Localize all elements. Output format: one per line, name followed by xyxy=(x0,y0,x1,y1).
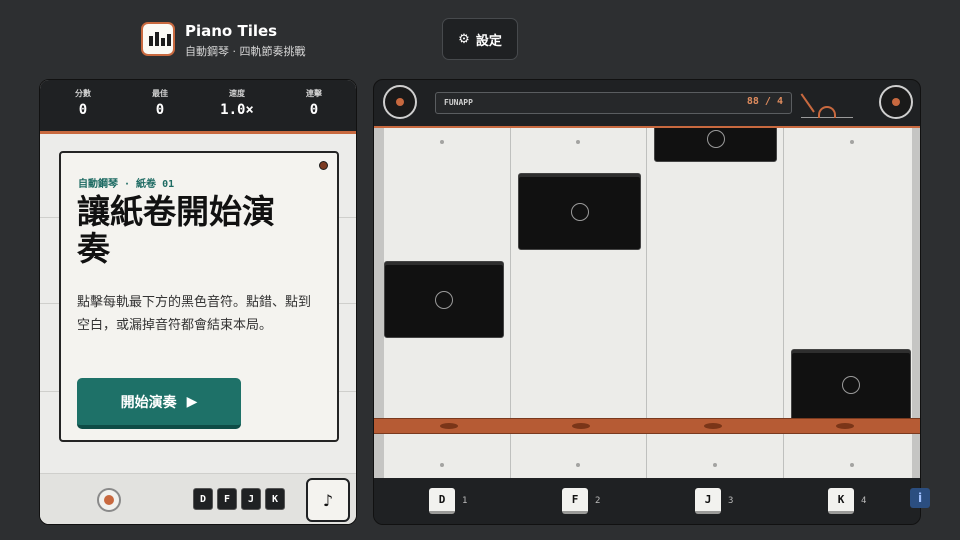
settings-button[interactable]: ⚙ 設定 xyxy=(442,18,518,60)
piano-roll[interactable] xyxy=(374,126,920,478)
left-footer: D F J K ♪ xyxy=(40,473,356,524)
app-subtitle: 自動鋼琴 · 四軌節奏挑戰 xyxy=(185,45,306,58)
stat-combo: 連擊 0 xyxy=(306,89,322,118)
lane-key-row: D 1 F 2 J 3 K 4 xyxy=(374,480,920,524)
player-display: FUNAPP 88 / 4 xyxy=(435,92,792,114)
hit-line xyxy=(374,418,920,434)
record-dot-icon xyxy=(319,161,328,170)
key-hint-f: F xyxy=(217,488,237,510)
music-note-icon: ♪ xyxy=(322,490,334,510)
reel-right-icon xyxy=(879,85,913,119)
stats-bar: 分數 0 最佳 0 速度 1.0× 連擊 0 xyxy=(40,80,356,134)
start-label: 開始演奏 xyxy=(120,394,177,411)
lane-number: 1 xyxy=(462,496,468,506)
lane-key-j[interactable]: J xyxy=(695,488,721,514)
player-counter: 88 / 4 xyxy=(746,96,783,107)
note-tile-lane-1[interactable] xyxy=(384,261,504,338)
music-toggle-button[interactable]: ♪ xyxy=(306,478,350,522)
roll-hole xyxy=(850,463,854,467)
lane-number: 4 xyxy=(861,496,867,506)
key-hint-d: D xyxy=(193,488,213,510)
info-panel: 分數 0 最佳 0 速度 1.0× 連擊 0 自動鋼琴 · 紙卷 01 讓紙卷開… xyxy=(39,79,357,525)
game-panel: FUNAPP 88 / 4 D 1 F 2 J 3 K 4 xyxy=(373,79,921,525)
roll-hole xyxy=(576,140,580,144)
card-kicker: 自動鋼琴 · 紙卷 01 xyxy=(78,179,175,190)
roll-hole xyxy=(850,140,854,144)
card-title: 讓紙卷開始演奏 xyxy=(77,192,275,268)
app-title: Piano Tiles xyxy=(185,22,278,40)
note-ring-icon xyxy=(706,130,725,148)
key-hint-j: J xyxy=(241,488,261,510)
stat-score: 分數 0 xyxy=(75,89,91,118)
lane-number: 2 xyxy=(595,496,601,506)
gear-icon: ⚙ xyxy=(458,31,470,47)
lane-key-d[interactable]: D xyxy=(429,488,455,514)
app-logo xyxy=(141,22,175,56)
tempo-meter-icon xyxy=(800,88,853,118)
note-tile-lane-2[interactable] xyxy=(518,173,641,250)
key-hint-k: K xyxy=(265,488,285,510)
note-tile-lane-4[interactable] xyxy=(791,349,911,421)
note-ring-icon xyxy=(435,290,453,309)
lane-number: 3 xyxy=(728,496,734,506)
start-card: 自動鋼琴 · 紙卷 01 讓紙卷開始演奏 點擊每軌最下方的黑色音符。點錯、點到空… xyxy=(59,151,339,442)
note-tile-lane-3[interactable] xyxy=(654,128,777,162)
play-icon: ▶ xyxy=(186,393,198,410)
record-button[interactable] xyxy=(97,488,121,512)
roll-hole xyxy=(713,463,717,467)
info-button[interactable]: i xyxy=(910,488,930,508)
roll-hole xyxy=(440,140,444,144)
roll-hole xyxy=(576,463,580,467)
lane-key-f[interactable]: F xyxy=(562,488,588,514)
roll-hole xyxy=(440,463,444,467)
lane-key-k[interactable]: K xyxy=(828,488,854,514)
card-description: 點擊每軌最下方的黑色音符。點錯、點到空白，或漏掉音符都會結束本局。 xyxy=(77,295,312,333)
start-button[interactable]: 開始演奏 ▶ xyxy=(77,378,241,429)
stat-speed: 速度 1.0× xyxy=(220,89,254,118)
stat-best: 最佳 0 xyxy=(152,89,168,118)
settings-label: 設定 xyxy=(475,33,502,49)
note-ring-icon xyxy=(842,376,860,394)
note-ring-icon xyxy=(570,202,589,221)
reel-left-icon xyxy=(383,85,417,119)
player-brand: FUNAPP xyxy=(444,98,473,107)
